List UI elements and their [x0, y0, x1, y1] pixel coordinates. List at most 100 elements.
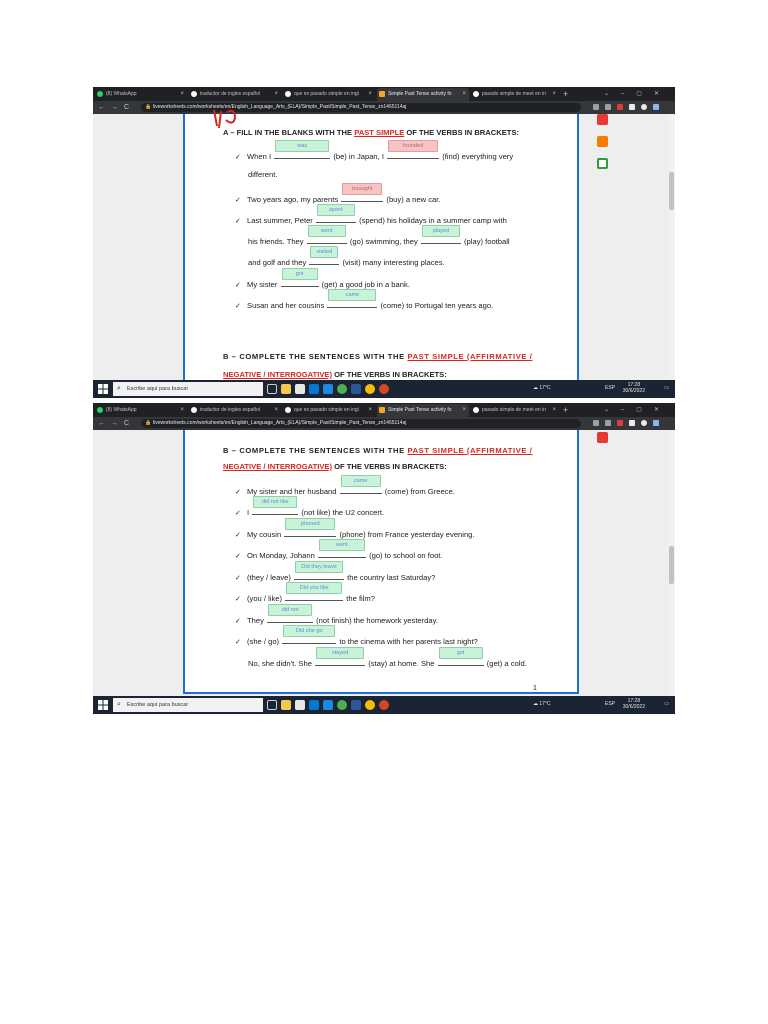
star-icon[interactable] [605, 420, 611, 426]
url-input[interactable]: 🔒 liveworksheets.com/worksheets/en/Engli… [141, 419, 581, 428]
task-view-icon[interactable] [267, 700, 277, 710]
tab-liveworksheets[interactable]: Simple Past Tense activity fo × [377, 404, 469, 417]
edge-icon[interactable] [323, 700, 333, 710]
answer-field[interactable]: Did you like [285, 582, 344, 601]
windows-start-icon[interactable] [98, 384, 108, 394]
clock[interactable]: 17:28 30/6/2022 [623, 698, 645, 710]
file-explorer-icon[interactable] [281, 700, 291, 710]
menu-icon[interactable] [653, 104, 659, 110]
answer-field[interactable]: stayed [315, 647, 366, 666]
answer-field[interactable]: went [317, 539, 366, 558]
close-icon[interactable]: × [274, 404, 278, 417]
extension-icon[interactable] [617, 104, 623, 110]
scrollbar-thumb[interactable] [669, 172, 674, 210]
pinterest-icon[interactable] [597, 432, 608, 443]
profile-icon[interactable] [641, 104, 647, 110]
file-explorer-icon[interactable] [281, 384, 291, 394]
tab-search[interactable]: que es pasado simple en ingl × [283, 404, 375, 417]
weather-widget[interactable]: ☁ 17°C [533, 701, 551, 707]
tab-whatsapp[interactable]: (8) WhatsApp × [95, 88, 187, 101]
taskbar-search-input[interactable]: ⌕ Escribe aquí para buscar [113, 698, 263, 712]
share-icon[interactable] [593, 420, 599, 426]
tab-search-2[interactable]: pasado simple de meet en in × [471, 404, 559, 417]
forward-icon[interactable]: → [111, 417, 118, 430]
share-icon[interactable] [593, 104, 599, 110]
mail-icon[interactable] [309, 384, 319, 394]
close-icon[interactable]: × [180, 404, 184, 417]
powerpoint-icon[interactable] [379, 700, 389, 710]
answer-field[interactable]: did not like [252, 496, 299, 515]
answer-field[interactable]: played [420, 225, 461, 244]
answer-field[interactable]: went [306, 225, 347, 244]
close-icon[interactable]: × [274, 88, 278, 101]
store-icon[interactable] [295, 700, 305, 710]
weather-widget[interactable]: ☁ 17°C [533, 385, 551, 391]
pinterest-icon[interactable] [597, 114, 608, 125]
answer-field[interactable]: spent [315, 204, 356, 223]
answer-field[interactable]: got [437, 647, 484, 666]
close-icon[interactable]: × [180, 88, 184, 101]
edge-icon[interactable] [323, 384, 333, 394]
answer-field[interactable]: was [274, 140, 331, 159]
classroom-icon[interactable] [597, 158, 608, 169]
mail-icon[interactable] [309, 700, 319, 710]
profile-icon[interactable] [641, 420, 647, 426]
answer-field[interactable]: visited [309, 246, 340, 265]
menu-icon[interactable] [653, 420, 659, 426]
back-icon[interactable]: ← [98, 101, 105, 114]
forward-icon[interactable]: → [111, 101, 118, 114]
puzzle-icon[interactable] [629, 420, 635, 426]
tab-whatsapp[interactable]: (8) WhatsApp × [95, 404, 187, 417]
close-icon[interactable]: × [368, 88, 372, 101]
new-tab-button[interactable]: + [563, 403, 568, 417]
word-icon[interactable] [351, 700, 361, 710]
tab-liveworksheets[interactable]: Simple Past Tense activity fo × [377, 88, 469, 101]
answer-field[interactable]: came [327, 289, 378, 308]
star-icon[interactable] [605, 104, 611, 110]
answer-field[interactable]: Did she go [282, 625, 337, 644]
task-view-icon[interactable] [267, 384, 277, 394]
answer-field[interactable]: phoned [284, 518, 337, 537]
puzzle-icon[interactable] [629, 104, 635, 110]
answer-field[interactable]: bouught [341, 183, 384, 202]
scrollbar[interactable] [668, 114, 675, 380]
taskbar-search-input[interactable]: ⌕ Escribe aquí para buscar [113, 382, 263, 396]
chrome-icon[interactable] [337, 700, 347, 710]
tab-search[interactable]: que es pasado simple en ingl × [283, 88, 375, 101]
close-icon[interactable]: × [552, 88, 556, 101]
tab-translator[interactable]: traductor de ingles español × [189, 404, 281, 417]
close-icon[interactable]: × [368, 404, 372, 417]
chrome-icon[interactable] [337, 384, 347, 394]
answer-field[interactable]: Did they leave [294, 561, 345, 580]
close-icon[interactable]: × [552, 404, 556, 417]
reload-icon[interactable]: C [124, 417, 129, 430]
answer-field[interactable]: did not [267, 604, 314, 623]
clock[interactable]: 17:28 30/6/2022 [623, 382, 645, 394]
window-controls[interactable]: ⌄–▢✕ [604, 403, 671, 417]
language-indicator[interactable]: ESP [605, 385, 615, 391]
notification-icon[interactable]: ▭ [664, 385, 669, 391]
new-tab-button[interactable]: + [563, 87, 568, 101]
tab-search-2[interactable]: pasado simple de meet en in × [471, 88, 559, 101]
back-icon[interactable]: ← [98, 417, 105, 430]
answer-field[interactable]: came [339, 475, 382, 494]
close-icon[interactable]: × [462, 88, 466, 101]
answer-field[interactable]: got [280, 268, 319, 287]
powerpoint-icon[interactable] [379, 384, 389, 394]
tab-translator[interactable]: traductor de ingles español × [189, 88, 281, 101]
notification-icon[interactable]: ▭ [664, 701, 669, 707]
extension-icon[interactable] [617, 420, 623, 426]
window-controls[interactable]: ⌄–▢✕ [604, 87, 671, 101]
windows-start-icon[interactable] [98, 700, 108, 710]
url-input[interactable]: 🔒 liveworksheets.com/worksheets/en/Engli… [141, 103, 581, 112]
chrome-icon-2[interactable] [365, 700, 375, 710]
answer-field[interactable]: founded [387, 140, 440, 159]
store-icon[interactable] [295, 384, 305, 394]
language-indicator[interactable]: ESP [605, 701, 615, 707]
scrollbar-thumb[interactable] [669, 546, 674, 584]
close-icon[interactable]: × [462, 404, 466, 417]
chrome-icon-2[interactable] [365, 384, 375, 394]
blogger-icon[interactable] [597, 136, 608, 147]
scrollbar[interactable] [668, 430, 675, 696]
reload-icon[interactable]: C [124, 101, 129, 114]
